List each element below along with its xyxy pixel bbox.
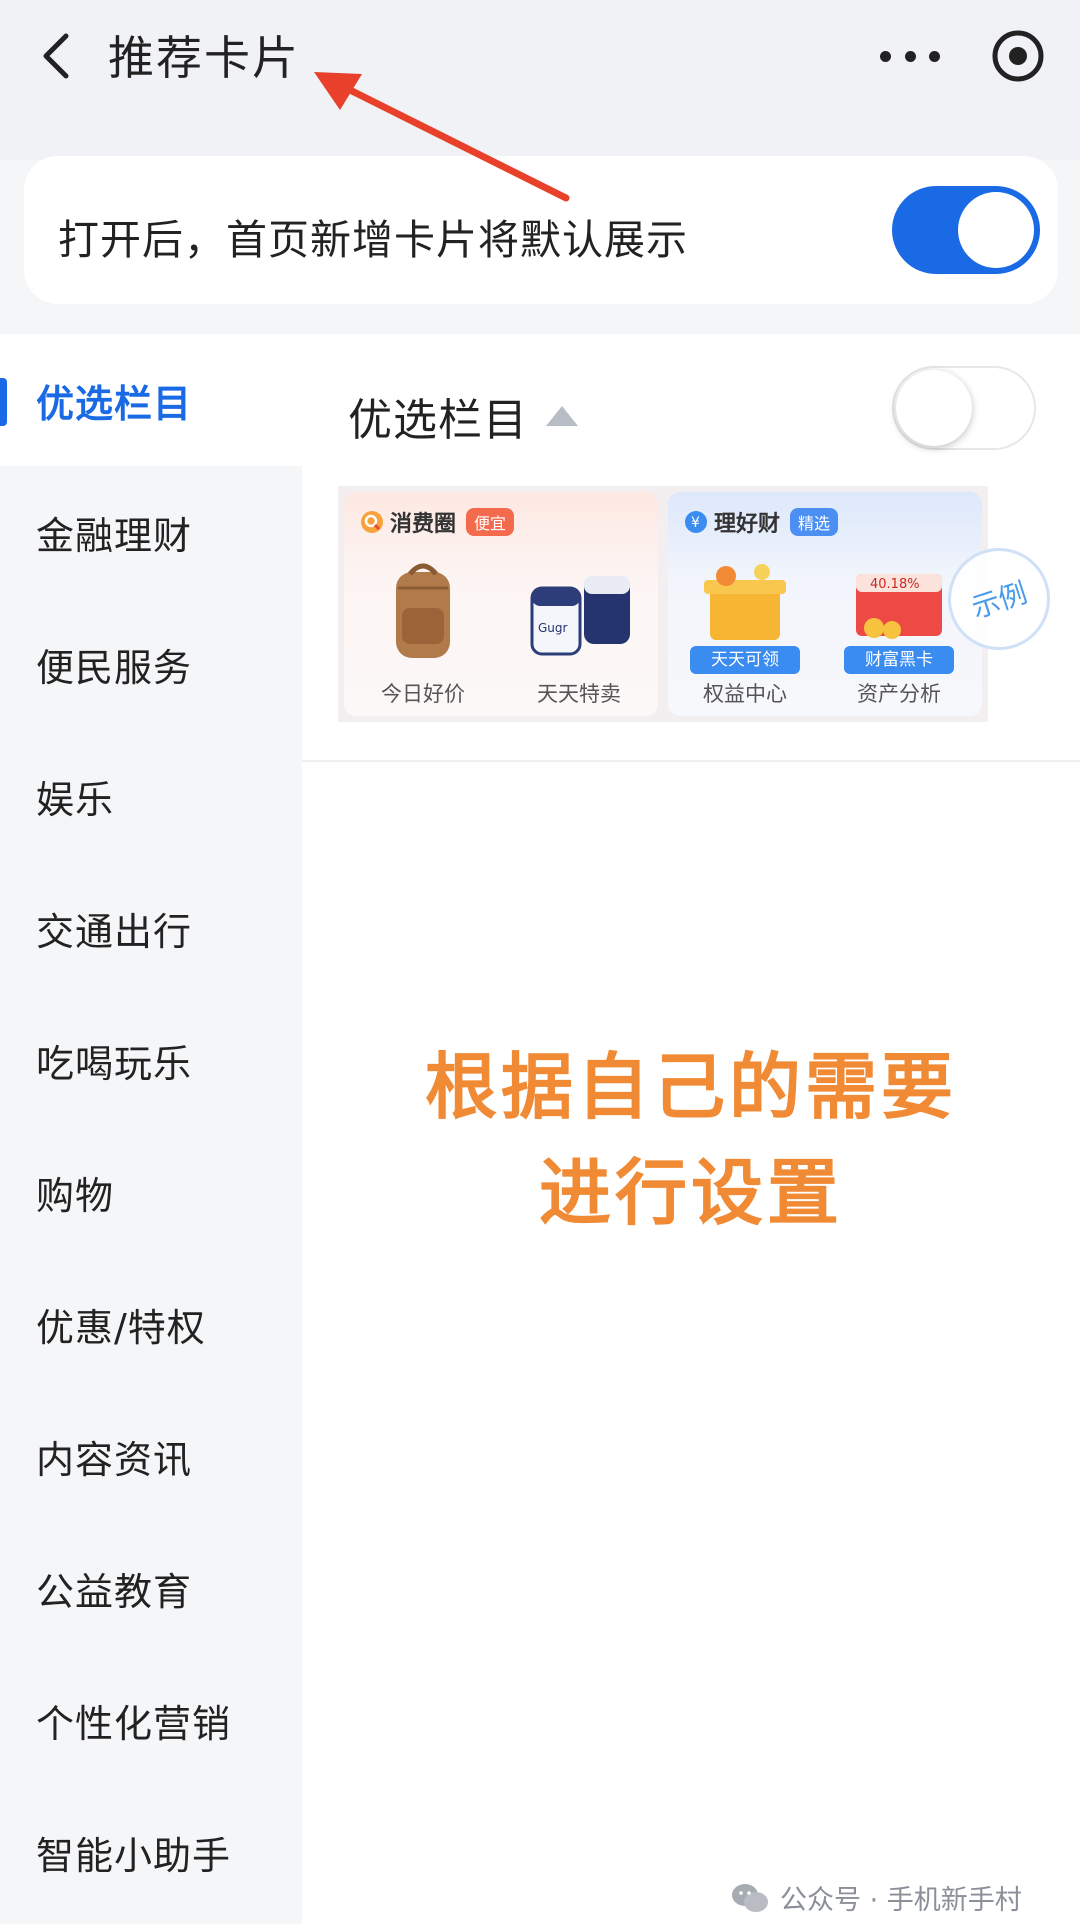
preview-item-assets: 40.18% 财富黑卡 资产分析 [834, 558, 964, 708]
active-indicator [0, 378, 7, 426]
section-switch[interactable] [892, 366, 1036, 450]
brand-label: Gugr [538, 621, 568, 635]
card-title: 消费圈 [390, 512, 457, 537]
switch-knob [896, 370, 972, 446]
rate-label: 40.18% [870, 577, 920, 592]
sidebar-item-entertainment[interactable]: 娱乐 [0, 730, 302, 862]
sidebar-item-label: 娱乐 [36, 777, 115, 822]
overlay-line: 根据自己的需要 [424, 1045, 957, 1129]
preview-item-deal: 今日好价 [358, 558, 488, 708]
card-header: 消费圈 便宜 [360, 506, 515, 538]
sidebar-item-label: 优惠/特权 [36, 1305, 206, 1350]
section-header[interactable]: 优选栏目 [348, 384, 578, 448]
sidebar-item-label: 便民服务 [36, 645, 193, 690]
sidebar-item-transport[interactable]: 交通出行 [0, 862, 302, 994]
preview-item-special: Gugr 天天特卖 [514, 558, 644, 708]
more-dots-icon [880, 50, 891, 62]
sidebar-item-marketing[interactable]: 个性化营销 [0, 1654, 302, 1786]
item-tag: 天天可领 [690, 646, 800, 674]
gift-box-icon [704, 564, 786, 640]
card-title: 理好财 [714, 512, 781, 537]
more-options-button[interactable] [880, 36, 940, 76]
sidebar-item-charity[interactable]: 公益教育 [0, 1522, 302, 1654]
sidebar-item-news[interactable]: 内容资讯 [0, 1390, 302, 1522]
sidebar-item-label: 公益教育 [36, 1569, 193, 1614]
instruction-overlay: 根据自己的需要 进行设置 [302, 1034, 1080, 1246]
sidebar-item-label: 个性化营销 [36, 1701, 232, 1746]
watermark-text: 公众号 · 手机新手村 [780, 1885, 1022, 1916]
sidebar-item-label: 优选栏目 [36, 381, 193, 426]
section-title: 优选栏目 [348, 395, 528, 446]
close-miniprogram-button[interactable] [990, 28, 1046, 84]
main-panel: 优选栏目 金融理财 便民服务 娱乐 交通出行 吃喝玩乐 购物 优惠/特权 内容资… [0, 334, 1080, 1924]
sidebar-item-assistant[interactable]: 智能小助手 [0, 1786, 302, 1918]
rate-card-icon: 40.18% [856, 574, 942, 639]
default-show-label: 打开后，首页新增卡片将默认展示 [58, 216, 688, 264]
backpack-icon [396, 563, 450, 658]
preview-item-label: 天天特卖 [537, 682, 621, 706]
svg-text:¥: ¥ [691, 515, 700, 531]
sidebar-item-label: 交通出行 [36, 909, 193, 954]
back-button[interactable] [28, 28, 84, 84]
yen-icon: ¥ [685, 511, 707, 533]
sidebar-item-label: 吃喝玩乐 [36, 1041, 193, 1086]
overlay-line: 进行设置 [538, 1151, 843, 1235]
sidebar-item-youxuan[interactable]: 优选栏目 [0, 334, 302, 466]
preview-item-label: 今日好价 [381, 682, 465, 706]
page-title: 推荐卡片 [108, 31, 300, 85]
preview-card-consumption: 消费圈 便宜 今日好价 Gugr 天天特卖 [344, 492, 658, 716]
target-icon [992, 30, 1044, 82]
card-badge: 精选 [790, 508, 839, 536]
search-circle-icon [361, 511, 383, 533]
wechat-icon [732, 1883, 768, 1912]
annotation-arrow-icon [314, 72, 570, 202]
sidebar-item-label: 内容资讯 [36, 1437, 193, 1482]
chevron-left-icon [43, 33, 69, 79]
sidebar-item-food-fun[interactable]: 吃喝玩乐 [0, 994, 302, 1126]
sidebar-item-label: 购物 [36, 1173, 115, 1218]
watermark: 公众号 · 手机新手村 [730, 1878, 1022, 1917]
preview-card-finance: ¥ 理好财 精选 天天可领 权益中心 40.18% 财富黑卡 资产分析 [668, 492, 982, 716]
sidebar-item-label: 金融理财 [36, 513, 193, 558]
item-tag: 财富黑卡 [844, 646, 954, 674]
card-preview: 消费圈 便宜 今日好价 Gugr 天天特卖 ¥ 理好财 精选 天天可领 权益中心… [338, 486, 1064, 722]
cups-icon: Gugr [530, 576, 630, 656]
divider [302, 760, 1080, 762]
card-badge: 便宜 [466, 508, 515, 536]
sidebar-item-shopping[interactable]: 购物 [0, 1126, 302, 1258]
switch-knob [958, 192, 1034, 268]
sidebar-item-services[interactable]: 便民服务 [0, 598, 302, 730]
preview-item-benefits: 天天可领 权益中心 [680, 558, 810, 708]
caret-up-icon [546, 406, 578, 426]
sidebar-item-finance[interactable]: 金融理财 [0, 466, 302, 598]
category-sidebar: 优选栏目 金融理财 便民服务 娱乐 交通出行 吃喝玩乐 购物 优惠/特权 内容资… [0, 334, 302, 1924]
card-header: ¥ 理好财 精选 [684, 506, 839, 538]
sidebar-item-label: 智能小助手 [36, 1833, 232, 1878]
preview-item-label: 权益中心 [703, 682, 787, 706]
default-show-switch[interactable] [892, 186, 1040, 274]
preview-item-label: 资产分析 [857, 682, 941, 706]
sidebar-item-offers[interactable]: 优惠/特权 [0, 1258, 302, 1390]
